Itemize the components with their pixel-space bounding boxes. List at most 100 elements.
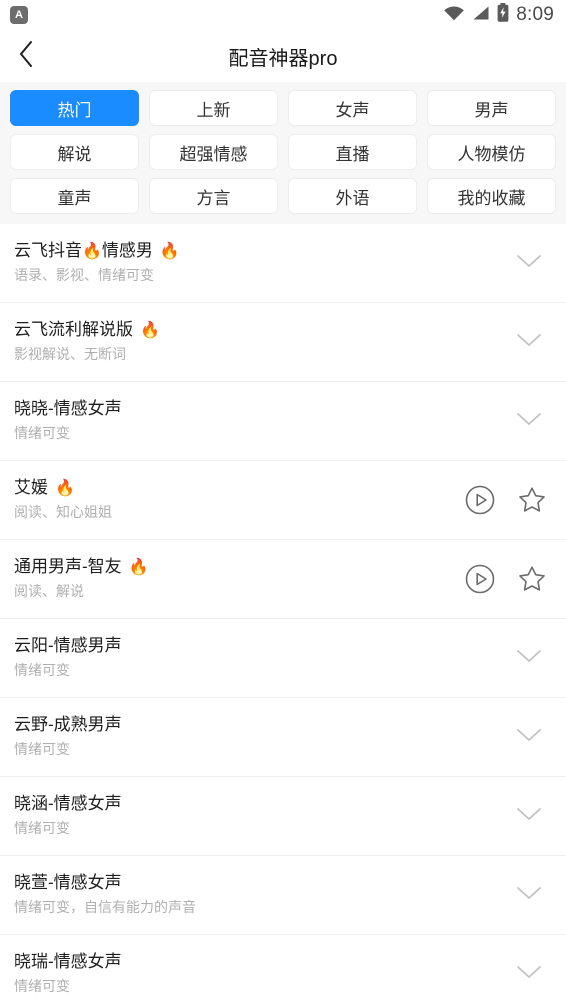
- voice-item-actions: [516, 411, 552, 432]
- voice-item-actions: [516, 727, 552, 748]
- tab-10[interactable]: 外语: [283, 174, 422, 218]
- chevron-down-icon[interactable]: [516, 332, 548, 353]
- tab-label[interactable]: 人物模仿: [427, 134, 556, 170]
- voice-item-title: 云阳-情感男声: [14, 637, 122, 656]
- status-bar: A 8:09: [0, 0, 566, 30]
- status-bar-right: 8:09: [443, 3, 554, 27]
- voice-list-item[interactable]: 晓晓-情感女声 情绪可变: [0, 382, 566, 461]
- tab-4[interactable]: 解说: [5, 130, 144, 174]
- voice-item-title: 晓瑞-情感女声: [14, 953, 122, 972]
- voice-item-title: 云飞流利解说版 🔥: [14, 321, 160, 340]
- voice-item-title: 晓涵-情感女声: [14, 795, 122, 814]
- voice-item-actions: [516, 806, 552, 827]
- tab-label[interactable]: 女声: [288, 90, 417, 126]
- voice-item-title-main: 晓萱-情感女声: [14, 873, 122, 893]
- page-title: 配音神器pro: [228, 47, 338, 70]
- voice-item-title-main: 晓晓-情感女声: [14, 399, 122, 419]
- voice-item-actions: [516, 648, 552, 669]
- chevron-down-icon[interactable]: [516, 253, 548, 274]
- voice-list: 云飞抖音🔥情感男 🔥 语录、影视、情绪可变 云飞流利解说版 🔥 影视解说、无断词 晓晓-情感…: [0, 224, 566, 1006]
- tab-11[interactable]: 我的收藏: [422, 174, 561, 218]
- status-bar-clock: 8:09: [516, 4, 554, 25]
- voice-list-item[interactable]: 晓涵-情感女声 情绪可变: [0, 777, 566, 856]
- chevron-down-icon[interactable]: [516, 727, 548, 748]
- chevron-down-icon[interactable]: [516, 411, 548, 432]
- tab-label[interactable]: 上新: [149, 90, 278, 126]
- voice-item-title-main: 晓涵-情感女声: [14, 794, 122, 814]
- voice-item-title: 云野-成熟男声: [14, 716, 122, 735]
- chevron-down-icon[interactable]: [516, 648, 548, 669]
- voice-item-text: 云飞流利解说版 🔥 影视解说、无断词: [14, 321, 160, 362]
- voice-list-item[interactable]: 晓萱-情感女声 情绪可变，自信有能力的声音: [0, 856, 566, 935]
- tab-6[interactable]: 直播: [283, 130, 422, 174]
- voice-item-text: 云野-成熟男声 情绪可变: [14, 716, 122, 757]
- voice-item-title: 晓萱-情感女声: [14, 874, 196, 893]
- fire-icon: 🔥: [140, 322, 160, 340]
- voice-item-title: 晓晓-情感女声: [14, 400, 122, 419]
- voice-list-item[interactable]: 艾媛 🔥 阅读、知心姐姐: [0, 461, 566, 540]
- voice-item-subtitle: 语录、影视、情绪可变: [14, 267, 154, 284]
- voice-list-item[interactable]: 云阳-情感男声 情绪可变: [0, 619, 566, 698]
- tab-1[interactable]: 上新: [144, 86, 283, 130]
- tab-0[interactable]: 热门: [5, 86, 144, 130]
- voice-item-actions: [516, 885, 552, 906]
- voice-list-item[interactable]: 晓瑞-情感女声 情绪可变: [0, 935, 566, 1006]
- voice-item-text: 晓瑞-情感女声 情绪可变: [14, 953, 122, 994]
- voice-item-subtitle: 情绪可变: [14, 978, 70, 995]
- tab-label[interactable]: 热门: [10, 90, 139, 126]
- cellular-signal-icon: [472, 5, 490, 26]
- tab-8[interactable]: 童声: [5, 174, 144, 218]
- voice-item-title-main: 云飞流利解说版: [14, 320, 133, 340]
- voice-item-actions: [516, 332, 552, 353]
- app-screen: A 8:09 配音神器pro 热门 上新 女声 男声 解说 超强情感 直播 人物…: [0, 0, 566, 1006]
- voice-list-item[interactable]: 云飞流利解说版 🔥 影视解说、无断词: [0, 303, 566, 382]
- voice-item-title-main: 晓瑞-情感女声: [14, 952, 122, 972]
- voice-item-subtitle: 影视解说、无断词: [14, 346, 126, 363]
- voice-item-actions: [464, 484, 552, 516]
- tab-9[interactable]: 方言: [144, 174, 283, 218]
- tab-label[interactable]: 解说: [10, 134, 139, 170]
- voice-item-title-main: 云野-成熟男声: [14, 715, 122, 735]
- back-button[interactable]: [0, 30, 52, 82]
- chevron-down-icon[interactable]: [516, 964, 548, 985]
- fire-icon: 🔥: [128, 559, 149, 577]
- tab-label[interactable]: 直播: [288, 134, 417, 170]
- play-circle-icon[interactable]: [464, 484, 496, 516]
- app-letter-icon: A: [10, 6, 28, 24]
- chevron-down-icon[interactable]: [516, 806, 548, 827]
- voice-list-item[interactable]: 云野-成熟男声 情绪可变: [0, 698, 566, 777]
- voice-item-actions: [516, 964, 552, 985]
- voice-item-title: 艾媛 🔥: [14, 479, 112, 498]
- voice-item-text: 云阳-情感男声 情绪可变: [14, 637, 122, 678]
- voice-item-subtitle: 阅读、知心姐姐: [14, 504, 112, 521]
- voice-item-text: 晓涵-情感女声 情绪可变: [14, 795, 122, 836]
- voice-list-item[interactable]: 通用男声-智友 🔥 阅读、解说: [0, 540, 566, 619]
- tab-2[interactable]: 女声: [283, 86, 422, 130]
- tab-label[interactable]: 方言: [149, 178, 278, 214]
- tab-label[interactable]: 超强情感: [149, 134, 278, 170]
- battery-charging-icon: [497, 3, 509, 27]
- tab-label[interactable]: 外语: [288, 178, 417, 214]
- category-tab-grid: 热门 上新 女声 男声解说 超强情感 直播 人物模仿童声 方言 外语 我的收藏: [0, 82, 566, 224]
- voice-item-title: 通用男声-智友 🔥: [14, 558, 149, 577]
- tab-5[interactable]: 超强情感: [144, 130, 283, 174]
- tab-label[interactable]: 童声: [10, 178, 139, 214]
- star-outline-icon[interactable]: [516, 484, 548, 516]
- voice-item-subtitle: 情绪可变: [14, 662, 70, 679]
- status-bar-left: A: [10, 6, 28, 24]
- voice-item-title-main: 通用男声-智友: [14, 557, 122, 577]
- wifi-icon: [443, 5, 465, 26]
- tab-7[interactable]: 人物模仿: [422, 130, 561, 174]
- star-outline-icon[interactable]: [516, 563, 548, 595]
- voice-item-text: 晓萱-情感女声 情绪可变，自信有能力的声音: [14, 874, 196, 915]
- play-circle-icon[interactable]: [464, 563, 496, 595]
- voice-item-subtitle: 情绪可变: [14, 820, 70, 837]
- chevron-down-icon[interactable]: [516, 885, 548, 906]
- tab-label[interactable]: 我的收藏: [427, 178, 556, 214]
- voice-item-subtitle: 情绪可变: [14, 425, 70, 442]
- voice-item-text: 云飞抖音🔥情感男 🔥 语录、影视、情绪可变: [14, 242, 180, 283]
- tab-3[interactable]: 男声: [422, 86, 561, 130]
- voice-list-item[interactable]: 云飞抖音🔥情感男 🔥 语录、影视、情绪可变: [0, 224, 566, 303]
- voice-item-title-tail: 情感男: [101, 241, 153, 261]
- tab-label[interactable]: 男声: [427, 90, 556, 126]
